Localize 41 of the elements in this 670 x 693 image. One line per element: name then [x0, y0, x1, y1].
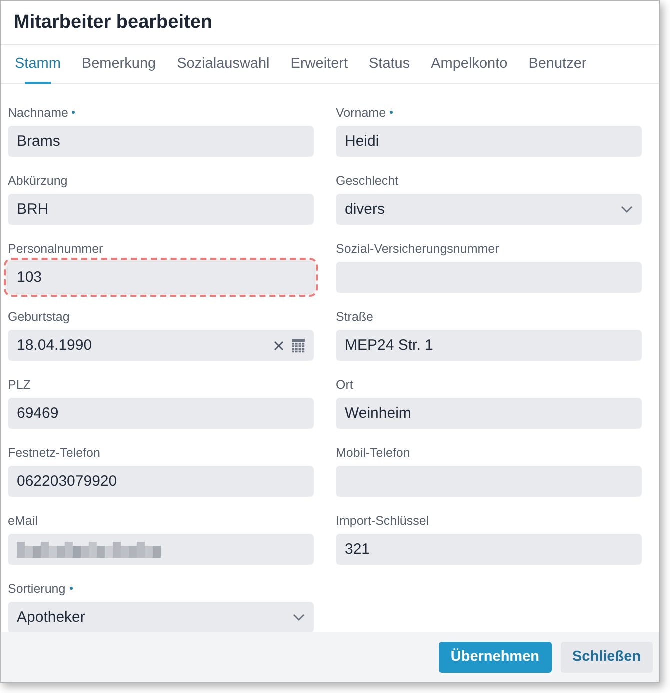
input-field[interactable]: Brams [8, 126, 314, 157]
close-button[interactable]: Schließen [560, 642, 653, 672]
field-label: Vorname [336, 106, 386, 120]
tab[interactable]: Status [369, 45, 410, 83]
field-label: Festnetz-Telefon [8, 446, 100, 460]
input-field[interactable]: 69469 [8, 398, 314, 429]
chevron-down-icon [293, 614, 305, 622]
field-label: Sortierung [8, 582, 66, 596]
tab[interactable]: Erweitert [290, 45, 348, 83]
input-field[interactable]: 062203079920 [8, 466, 314, 497]
tab[interactable]: Ampelkonto [431, 45, 508, 83]
dialog-title: Mitarbeiter bearbeiten [14, 12, 212, 34]
clear-icon[interactable] [274, 340, 284, 350]
chevron-down-icon [621, 206, 633, 214]
tab[interactable]: Stamm [15, 45, 61, 83]
field-label: eMail [8, 514, 38, 528]
field-label: Mobil-Telefon [336, 446, 410, 460]
input-field[interactable]: 103 [8, 262, 314, 293]
field-label: PLZ [8, 378, 31, 392]
input-field[interactable]: Weinheim [336, 398, 642, 429]
select-field[interactable]: Apotheker [8, 602, 314, 632]
field-label: Personalnummer [8, 242, 104, 256]
calendar-icon[interactable] [292, 338, 305, 352]
select-field[interactable]: divers [336, 194, 642, 225]
field-label: Nachname [8, 106, 68, 120]
field-label: Geschlecht [336, 174, 399, 188]
input-field[interactable] [8, 534, 314, 565]
input-field[interactable]: MEP24 Str. 1 [336, 330, 642, 361]
input-field[interactable]: BRH [8, 194, 314, 225]
input-field[interactable]: 321 [336, 534, 642, 565]
tab[interactable]: Bemerkung [82, 45, 156, 83]
tab[interactable]: Benutzer [528, 45, 587, 83]
field-label: Straße [336, 310, 374, 324]
field-label: Sozial-Versicherungsnummer [336, 242, 500, 256]
field-label: Import-Schlüssel [336, 514, 430, 528]
field-label: Abkürzung [8, 174, 68, 188]
field-label: Ort [336, 378, 354, 392]
date-field[interactable]: 18.04.1990 [8, 330, 314, 361]
field-label: Geburtstag [8, 310, 70, 324]
input-field[interactable]: Heidi [336, 126, 642, 157]
tab[interactable]: Sozialauswahl [177, 45, 270, 83]
